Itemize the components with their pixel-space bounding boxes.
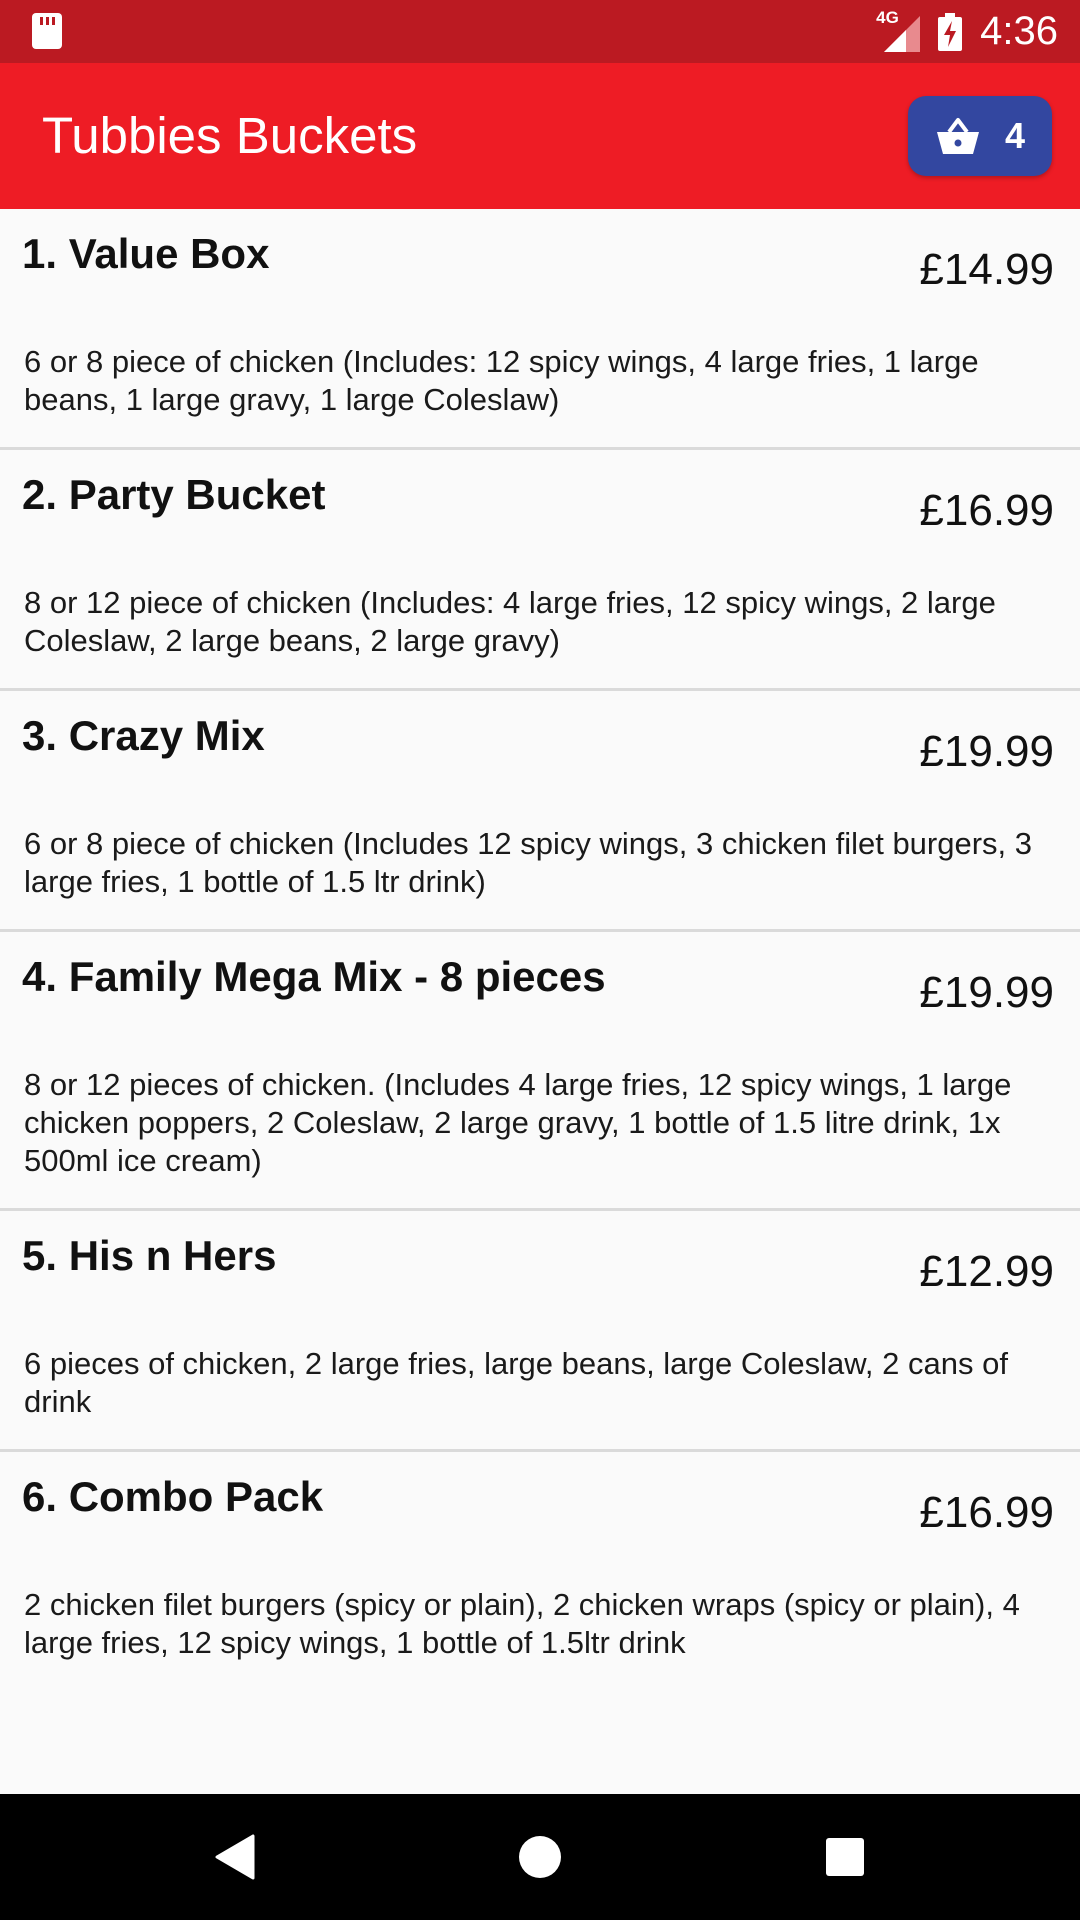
item-price: £12.99 xyxy=(919,1247,1054,1296)
home-icon xyxy=(519,1836,561,1878)
status-time: 4:36 xyxy=(980,9,1058,53)
recent-apps-icon xyxy=(826,1838,864,1876)
item-price: £16.99 xyxy=(919,1488,1054,1537)
battery-charging-icon xyxy=(938,12,963,51)
basket-button[interactable]: 4 xyxy=(908,96,1052,176)
status-bar: 4G 4:36 xyxy=(0,0,1080,63)
menu-item[interactable]: 6. Combo Pack £16.99 2 chicken filet bur… xyxy=(0,1452,1080,1690)
item-price: £19.99 xyxy=(919,968,1054,1017)
menu-list: 1. Value Box £14.99 6 or 8 piece of chic… xyxy=(0,209,1080,1690)
home-button[interactable] xyxy=(505,1794,575,1920)
item-price: £14.99 xyxy=(919,245,1054,294)
item-name: 6. Combo Pack xyxy=(22,1473,324,1520)
item-description: 8 or 12 piece of chicken (Includes: 4 la… xyxy=(24,585,996,658)
back-icon xyxy=(215,1834,255,1880)
item-description: 8 or 12 pieces of chicken. (Includes 4 l… xyxy=(24,1067,1012,1178)
recent-apps-button[interactable] xyxy=(810,1794,880,1920)
back-button[interactable] xyxy=(200,1794,270,1920)
page-title: Tubbies Buckets xyxy=(42,107,418,164)
item-price: £19.99 xyxy=(919,727,1054,776)
menu-item[interactable]: 2. Party Bucket £16.99 8 or 12 piece of … xyxy=(0,450,1080,691)
item-name: 2. Party Bucket xyxy=(22,471,326,518)
item-name: 3. Crazy Mix xyxy=(22,712,265,759)
sd-card-icon xyxy=(32,13,62,49)
app-bar: Tubbies Buckets 4 xyxy=(0,63,1080,209)
item-description: 6 pieces of chicken, 2 large fries, larg… xyxy=(24,1346,1008,1419)
menu-item[interactable]: 3. Crazy Mix £19.99 6 or 8 piece of chic… xyxy=(0,691,1080,932)
item-description: 6 or 8 piece of chicken (Includes: 12 sp… xyxy=(24,344,979,417)
item-description: 6 or 8 piece of chicken (Includes 12 spi… xyxy=(24,826,1033,899)
signal-icon: 4G xyxy=(876,8,922,52)
item-name: 1. Value Box xyxy=(22,230,270,277)
item-name: 5. His n Hers xyxy=(22,1232,277,1279)
item-description: 2 chicken filet burgers (spicy or plain)… xyxy=(24,1587,1020,1660)
menu-item[interactable]: 1. Value Box £14.99 6 or 8 piece of chic… xyxy=(0,209,1080,450)
item-price: £16.99 xyxy=(919,486,1054,535)
basket-icon xyxy=(936,118,979,154)
basket-count: 4 xyxy=(1004,115,1026,156)
item-name: 4. Family Mega Mix - 8 pieces xyxy=(22,953,606,1000)
menu-item[interactable]: 4. Family Mega Mix - 8 pieces £19.99 8 o… xyxy=(0,932,1080,1211)
menu-item[interactable]: 5. His n Hers £12.99 6 pieces of chicken… xyxy=(0,1211,1080,1452)
navigation-bar xyxy=(0,1794,1080,1920)
